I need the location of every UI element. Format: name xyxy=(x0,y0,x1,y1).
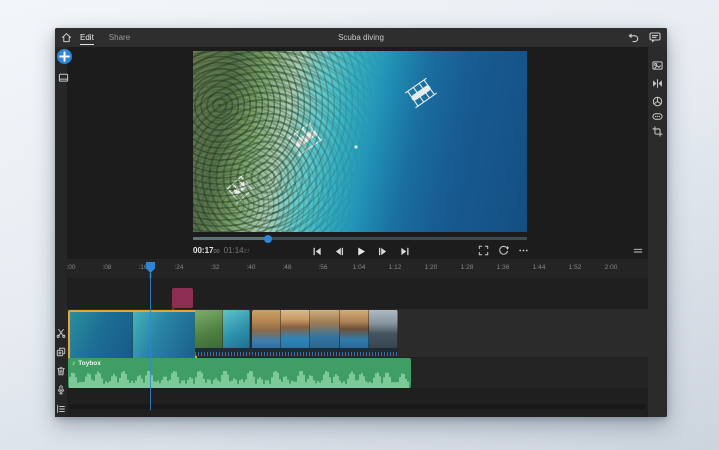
scrub-handle[interactable] xyxy=(264,234,273,243)
ruler-tick: 1:20 xyxy=(424,264,438,271)
ruler-tick: :08 xyxy=(102,264,112,271)
feedback-icon[interactable] xyxy=(649,31,661,43)
skip-forward-button[interactable] xyxy=(399,246,410,257)
duration: 01:14 xyxy=(223,246,244,255)
panel-menu-icon[interactable] xyxy=(632,246,644,256)
title-clip[interactable] xyxy=(172,288,193,308)
ruler-tick: :00 xyxy=(67,264,76,271)
voiceover-mic-icon[interactable] xyxy=(56,385,66,395)
ruler-tick: 2:00 xyxy=(604,264,618,271)
player-controls: 00:1700 01:1427 xyxy=(67,244,648,258)
app-window: Edit Share Scuba diving 00:1700 01:1427 … xyxy=(55,28,667,417)
reef-texture xyxy=(193,51,527,232)
ruler-tick: 1:12 xyxy=(388,264,402,271)
thumbnail-selfie-guy xyxy=(281,310,311,348)
ruler-tick: 1:44 xyxy=(532,264,546,271)
graphics-icon[interactable] xyxy=(652,60,663,71)
tab-edit[interactable]: Edit xyxy=(80,28,94,47)
thumbnail-underwater-1 xyxy=(70,312,133,358)
ruler-tick: :48 xyxy=(282,264,292,271)
frame-forward-button[interactable] xyxy=(377,246,388,257)
ruler-tick: 1:36 xyxy=(496,264,510,271)
thumbnail-resort-people xyxy=(252,310,282,348)
ruler-tick: :32 xyxy=(210,264,220,271)
scrub-progress xyxy=(193,237,269,240)
player-scrub-bar[interactable] xyxy=(193,234,527,243)
timeline-panel: ♪ Toybox xyxy=(67,278,648,417)
playhead-line[interactable] xyxy=(149,278,151,410)
transport-controls xyxy=(311,244,410,258)
main-area: 00:1700 01:1427 :00:08:16:24:32:40:48:56 1… xyxy=(67,47,648,417)
music-note-icon: ♪ xyxy=(72,360,76,367)
mode-tabs: Edit Share xyxy=(80,28,130,47)
duration-frames: 27 xyxy=(243,249,250,255)
duplicate-icon[interactable] xyxy=(56,347,66,357)
thumbnail-underwater-2 xyxy=(132,312,195,358)
track-controls-icon[interactable] xyxy=(56,404,66,414)
video-clip-3[interactable] xyxy=(252,310,398,356)
player-view-controls xyxy=(478,245,529,256)
current-time: 00:17 xyxy=(193,246,214,255)
add-media-button[interactable] xyxy=(57,49,72,64)
frame-back-button[interactable] xyxy=(333,246,344,257)
clip-audio-strip xyxy=(252,348,398,356)
thumbnail-selfie-guy-2 xyxy=(339,310,369,348)
loop-button[interactable] xyxy=(498,245,509,256)
ruler-tick: 1:28 xyxy=(460,264,474,271)
timecode: 00:1700 01:1427 xyxy=(193,244,250,258)
split-clip-icon[interactable] xyxy=(56,328,66,338)
delete-icon[interactable] xyxy=(56,366,66,376)
speed-icon[interactable] xyxy=(652,111,663,122)
home-icon[interactable] xyxy=(61,32,72,43)
audio-clip-label: Toybox xyxy=(78,360,101,367)
more-button[interactable] xyxy=(518,245,529,256)
timeline-tools xyxy=(56,328,66,414)
current-frames: 00 xyxy=(213,249,220,255)
transitions-icon[interactable] xyxy=(652,78,663,89)
ruler-tick: :56 xyxy=(318,264,328,271)
ruler-tick: 1:52 xyxy=(568,264,582,271)
top-bar: Edit Share Scuba diving xyxy=(55,28,667,47)
audio-clip[interactable]: ♪ Toybox xyxy=(68,358,411,388)
skip-back-button[interactable] xyxy=(311,246,322,257)
video-clip-2[interactable] xyxy=(195,310,250,356)
playhead-marker[interactable] xyxy=(145,261,156,278)
video-preview xyxy=(193,51,527,232)
topbar-actions xyxy=(627,31,661,43)
thumbnail-jungle xyxy=(195,310,223,348)
time-ruler[interactable]: :00:08:16:24:32:40:48:56 1:04 1:12 1:20 1:28… xyxy=(67,259,648,278)
tab-share[interactable]: Share xyxy=(109,28,130,47)
thumbnail-two-guys xyxy=(310,310,340,348)
play-button[interactable] xyxy=(355,246,366,257)
clip-audio-strip xyxy=(195,348,250,356)
ruler-tick: :40 xyxy=(246,264,256,271)
crop-icon[interactable] xyxy=(652,126,663,137)
ruler-tick: 1:04 xyxy=(352,264,366,271)
thumbnail-stormy-sea xyxy=(368,310,398,348)
right-toolbar xyxy=(648,47,667,417)
audio-waveform xyxy=(69,371,409,388)
media-browser-icon[interactable] xyxy=(58,72,69,83)
player-panel: 00:1700 01:1427 xyxy=(67,47,648,259)
undo-icon[interactable] xyxy=(627,31,639,43)
thumbnail-shallow-water xyxy=(222,310,250,348)
project-title: Scuba diving xyxy=(338,33,384,42)
video-clip-1[interactable] xyxy=(68,310,197,360)
ruler-tick: :24 xyxy=(174,264,184,271)
timeline-scrollbar[interactable] xyxy=(69,404,646,409)
color-icon[interactable] xyxy=(652,96,663,107)
fullscreen-button[interactable] xyxy=(478,245,489,256)
